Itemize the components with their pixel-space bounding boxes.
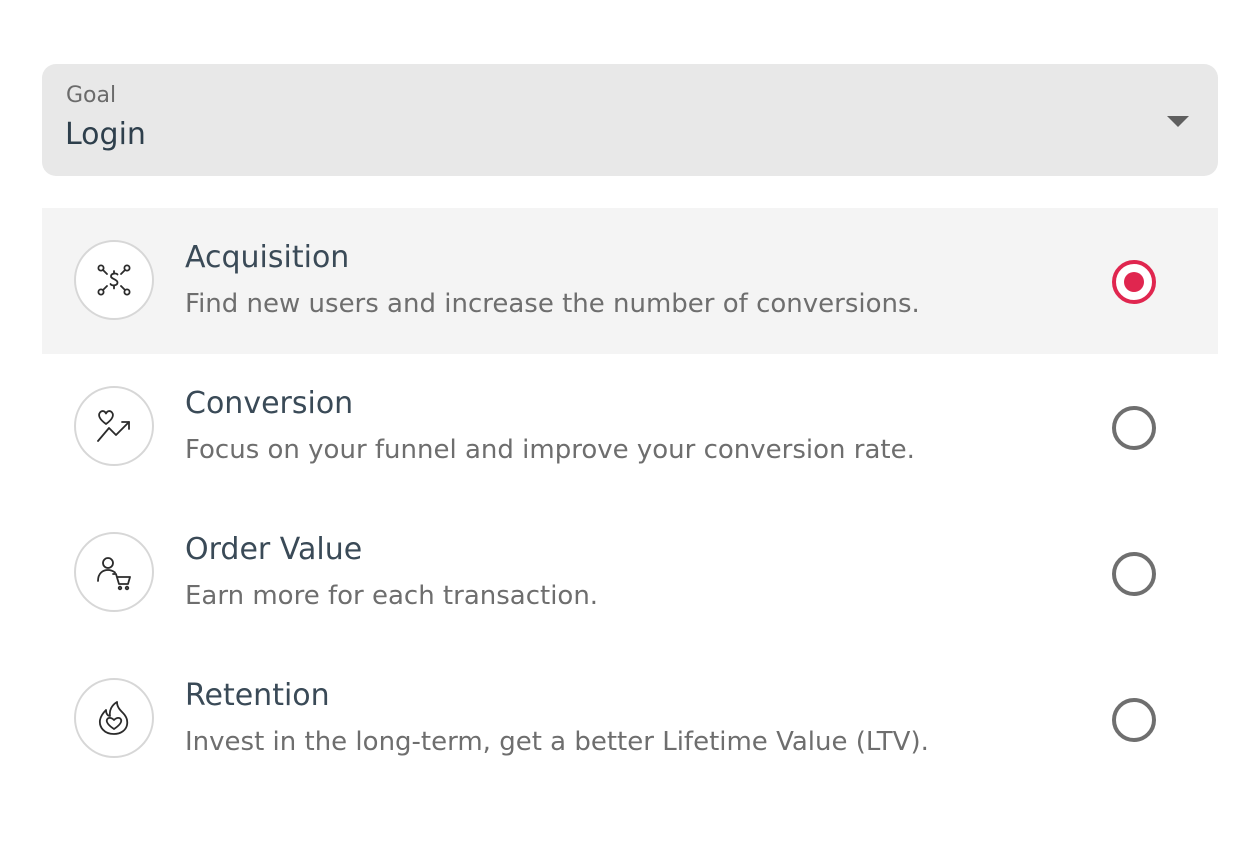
goal-select-value: Login [65, 117, 146, 152]
radio-dot [1124, 272, 1144, 292]
radio-conversion[interactable] [1112, 406, 1156, 450]
option-description: Find new users and increase the number o… [185, 289, 920, 319]
option-conversion[interactable]: Conversion Focus on your funnel and impr… [42, 354, 1218, 500]
option-retention[interactable]: Retention Invest in the long-term, get a… [42, 646, 1218, 792]
goal-select[interactable]: Goal Login [42, 64, 1218, 176]
option-title: Conversion [185, 386, 354, 421]
goal-select-label: Goal [66, 83, 117, 108]
option-title: Retention [185, 678, 330, 713]
option-description: Focus on your funnel and improve your co… [185, 435, 915, 465]
radio-acquisition[interactable] [1112, 260, 1156, 304]
option-description: Earn more for each transaction. [185, 581, 599, 611]
option-title: Acquisition [185, 240, 350, 275]
flame-heart-icon [74, 678, 154, 758]
network-dollar-icon [74, 240, 154, 320]
caret-down-icon[interactable] [1167, 116, 1189, 127]
option-order-value[interactable]: Order Value Earn more for each transacti… [42, 500, 1218, 646]
heart-trend-icon [74, 386, 154, 466]
user-cart-icon [74, 532, 154, 612]
radio-order-value[interactable] [1112, 552, 1156, 596]
option-acquisition[interactable]: Acquisition Find new users and increase … [42, 208, 1218, 354]
option-title: Order Value [185, 532, 363, 567]
radio-retention[interactable] [1112, 698, 1156, 742]
option-description: Invest in the long-term, get a better Li… [185, 727, 929, 757]
